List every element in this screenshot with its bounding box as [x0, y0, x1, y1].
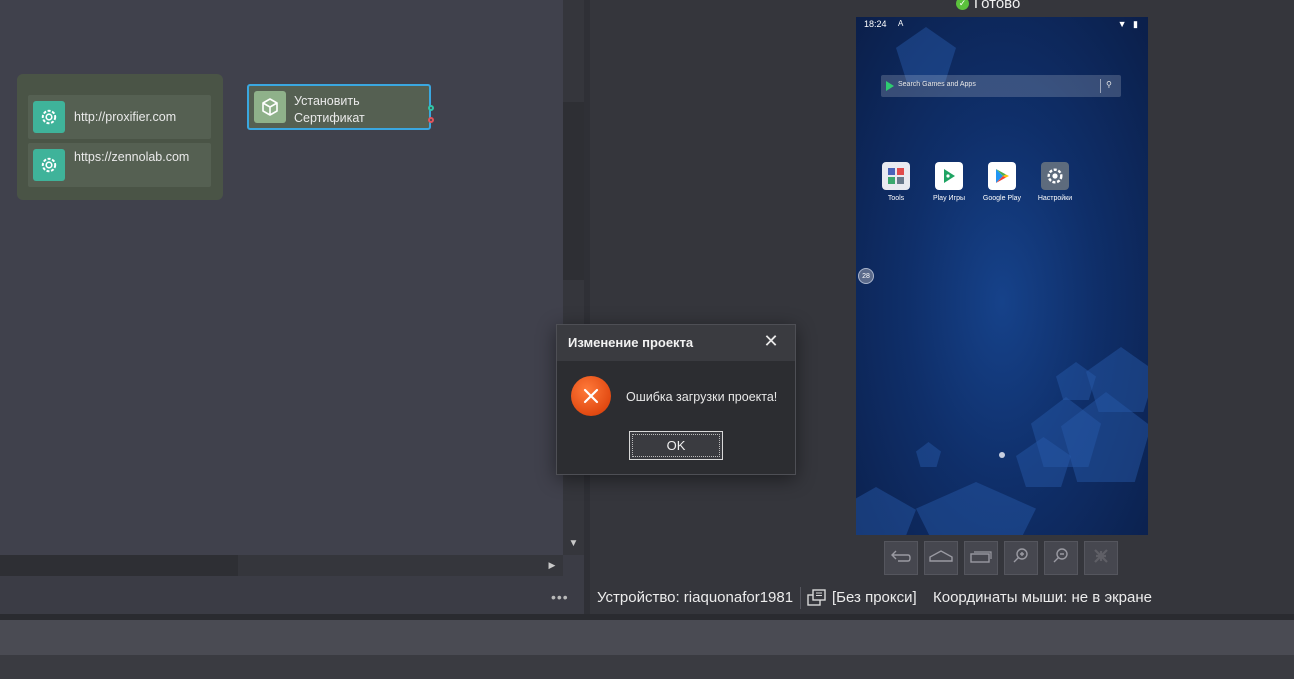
group-item-label: http://proxifier.com [74, 110, 177, 124]
wallpaper-shape [856, 487, 916, 535]
scroll-down-arrow-icon[interactable]: ▼ [563, 536, 584, 552]
wallpaper-shape [1056, 362, 1096, 400]
emulator-status-label: Готово [974, 0, 1021, 12]
app-label: Настройки [1037, 195, 1073, 202]
app-google-play[interactable]: Google Play [976, 162, 1028, 202]
notification-icon: A [898, 19, 904, 28]
action-node-label: Установить Сертификат [294, 94, 365, 125]
divider [1100, 79, 1101, 93]
recent-apps-button[interactable] [964, 541, 998, 575]
device-label: Устройство: riaquonafor1981 [597, 589, 794, 606]
wallpaper-shape [896, 27, 956, 82]
phone-search-bar[interactable]: Search Games and Apps ⚲ [881, 75, 1121, 97]
bottom-panel [0, 620, 1294, 655]
phone-time: 18:24 [864, 19, 887, 29]
error-icon [571, 376, 611, 416]
group-item-label: https://zennolab.com [74, 150, 190, 164]
horizontal-scrollbar-thumb[interactable] [0, 555, 238, 576]
floating-badge[interactable]: 28 [858, 268, 874, 284]
bottom-panel-footer [0, 655, 1294, 679]
google-play-icon [988, 162, 1016, 190]
dialog-title: Изменение проекта [568, 335, 694, 350]
play-games-icon [935, 162, 963, 190]
zoom-out-button[interactable] [1044, 541, 1078, 575]
cube-icon [254, 91, 286, 123]
ok-button[interactable]: OK [629, 431, 723, 460]
bug-icon [1092, 547, 1110, 570]
group-item-proxifier[interactable]: http://proxifier.com [28, 95, 211, 139]
mouse-coordinates-label: Координаты мыши: не в экране [933, 589, 1152, 606]
error-dialog: Изменение проекта ✕ Ошибка загрузки прое… [556, 324, 796, 475]
group-item-zennolab[interactable]: https://zennolab.com [28, 143, 211, 187]
tools-folder-icon [882, 162, 910, 190]
zoom-in-button[interactable] [1004, 541, 1038, 575]
status-bar: Устройство: riaquonafor1981 [Без прокси]… [590, 583, 1294, 613]
error-output-port[interactable] [428, 117, 434, 123]
phone-search-placeholder: Search Games and Apps [898, 81, 976, 88]
more-options-icon[interactable]: ••• [551, 590, 577, 604]
app-label: Play Игры [932, 195, 966, 202]
gear-icon [33, 149, 65, 181]
focus-outline [632, 434, 720, 457]
dialog-message: Ошибка загрузки проекта! [626, 390, 778, 404]
app-tools[interactable]: Tools [870, 162, 922, 202]
proxy-icon[interactable] [807, 589, 827, 611]
app-play-games[interactable]: Play Игры [923, 162, 975, 202]
success-output-port[interactable] [428, 105, 434, 111]
play-store-icon [886, 81, 894, 91]
close-icon[interactable]: ✕ [762, 332, 780, 350]
app-settings[interactable]: Настройки [1029, 162, 1081, 202]
search-icon[interactable]: ⚲ [1106, 80, 1112, 89]
project-canvas[interactable]: http://proxifier.com https://zennolab.co… [0, 0, 563, 555]
action-group[interactable]: http://proxifier.com https://zennolab.co… [17, 74, 223, 200]
wallpaper-shape [916, 442, 941, 467]
dialog-body: Ошибка загрузки проекта! OK [557, 361, 795, 474]
emulator-status: ✓ Готово [956, 0, 1020, 12]
app-label: Google Play [982, 195, 1022, 202]
home-icon [928, 549, 954, 568]
proxy-label[interactable]: [Без прокси] [832, 589, 917, 606]
screenshot-button[interactable] [1084, 541, 1118, 575]
page-indicator [999, 452, 1005, 458]
home-button[interactable] [924, 541, 958, 575]
back-arrow-icon [890, 549, 912, 568]
recent-apps-icon [969, 549, 993, 568]
back-button[interactable] [884, 541, 918, 575]
wifi-battery-icon: ▼ ▮ [1117, 19, 1140, 29]
settings-icon [1041, 162, 1069, 190]
gear-icon [33, 101, 65, 133]
check-icon: ✓ [956, 0, 969, 10]
vertical-scrollbar-thumb[interactable] [563, 102, 584, 280]
scroll-right-arrow-icon[interactable]: ▶ [544, 555, 560, 576]
phone-status-bar: 18:24 A ▼ ▮ [856, 17, 1148, 33]
canvas-footer [0, 576, 584, 614]
zoom-out-icon [1052, 547, 1070, 570]
horizontal-scrollbar[interactable] [0, 555, 563, 576]
wallpaper-shape [916, 482, 1036, 535]
app-label: Tools [887, 195, 905, 202]
action-node-install-certificate[interactable]: Установить Сертификат [247, 84, 431, 130]
zoom-in-icon [1012, 547, 1030, 570]
divider [800, 587, 801, 609]
